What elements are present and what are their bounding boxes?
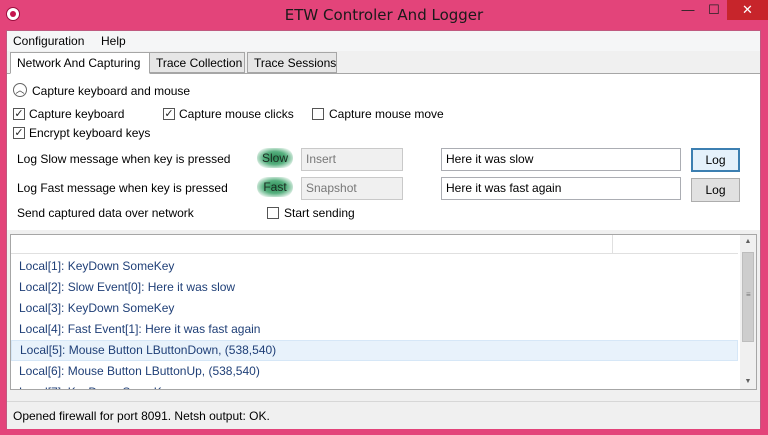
- log-row[interactable]: Local[3]: KeyDown SomeKey: [11, 298, 738, 319]
- capture-keyboard-label[interactable]: Capture keyboard: [29, 107, 124, 121]
- capture-mouse-clicks-checkbox[interactable]: ✓: [163, 108, 175, 120]
- capture-mouse-move-checkbox[interactable]: [312, 108, 324, 120]
- scroll-down-icon[interactable]: ▼: [740, 375, 756, 389]
- window-title: ETW Controler And Logger: [284, 6, 484, 24]
- log-row[interactable]: Local[2]: Slow Event[0]: Here it was slo…: [11, 277, 738, 298]
- capture-keyboard-checkbox[interactable]: ✓: [13, 108, 25, 120]
- slow-message-input[interactable]: Here it was slow: [441, 148, 681, 171]
- log-row-selected[interactable]: Local[5]: Mouse Button LButtonDown, (538…: [11, 340, 738, 361]
- tab-network-and-capturing[interactable]: Network And Capturing: [10, 52, 150, 74]
- tab-trace-collection[interactable]: Trace Collection: [149, 52, 245, 73]
- maximize-button[interactable]: ☐: [701, 0, 727, 20]
- network-capturing-panel: ︿ Capture keyboard and mouse ✓ Capture k…: [7, 73, 760, 230]
- menu-help[interactable]: Help: [101, 34, 126, 48]
- status-message: Opened firewall for port 8091. Netsh out…: [13, 409, 270, 423]
- log-slow-button[interactable]: Log: [691, 148, 740, 172]
- close-button[interactable]: ✕: [727, 0, 768, 20]
- minimize-button[interactable]: —: [675, 0, 701, 20]
- fast-message-label: Log Fast message when key is pressed: [17, 181, 228, 195]
- network-send-label: Send captured data over network: [17, 206, 194, 220]
- log-row[interactable]: Local[4]: Fast Event[1]: Here it was fas…: [11, 319, 738, 340]
- tab-trace-sessions[interactable]: Trace Sessions: [247, 52, 337, 73]
- grip-icon: ≡: [746, 290, 751, 299]
- start-sending-checkbox[interactable]: [267, 207, 279, 219]
- fast-key-field[interactable]: Snapshot: [301, 177, 403, 200]
- status-bar: Opened firewall for port 8091. Netsh out…: [7, 401, 760, 429]
- slow-key-field[interactable]: Insert: [301, 148, 403, 171]
- event-log-list[interactable]: Local[1]: KeyDown SomeKey Local[2]: Slow…: [10, 234, 757, 390]
- slow-badge: Slow: [257, 148, 293, 168]
- capture-mouse-clicks-label[interactable]: Capture mouse clicks: [179, 107, 294, 121]
- menu-bar: Configuration Help: [7, 31, 760, 51]
- encrypt-keys-checkbox[interactable]: ✓: [13, 127, 25, 139]
- log-row[interactable]: Local[6]: Mouse Button LButtonUp, (538,5…: [11, 361, 738, 382]
- client-area: Configuration Help Network And Capturing…: [6, 30, 761, 429]
- list-header: [11, 235, 738, 254]
- capture-section-header: Capture keyboard and mouse: [32, 84, 191, 98]
- log-row[interactable]: Local[1]: KeyDown SomeKey: [11, 256, 738, 277]
- title-bar: ETW Controler And Logger — ☐ ✕: [0, 0, 768, 30]
- scrollbar-thumb[interactable]: ≡: [742, 252, 754, 342]
- slow-message-label: Log Slow message when key is pressed: [17, 152, 231, 166]
- scroll-up-icon[interactable]: ▲: [740, 235, 756, 249]
- start-sending-label[interactable]: Start sending: [284, 206, 355, 220]
- log-fast-button[interactable]: Log: [691, 178, 740, 202]
- capture-mouse-move-label[interactable]: Capture mouse move: [329, 107, 444, 121]
- fast-badge: Fast: [257, 177, 293, 197]
- menu-configuration[interactable]: Configuration: [13, 34, 84, 48]
- vertical-scrollbar[interactable]: ▲ ≡ ▼: [740, 235, 756, 389]
- column-divider[interactable]: [612, 235, 613, 253]
- encrypt-keys-label[interactable]: Encrypt keyboard keys: [29, 126, 150, 140]
- fast-message-input[interactable]: Here it was fast again: [441, 177, 681, 200]
- collapse-chevron-icon[interactable]: ︿: [13, 83, 27, 97]
- log-row[interactable]: Local[7]: KeyDown SomeKey: [11, 382, 738, 389]
